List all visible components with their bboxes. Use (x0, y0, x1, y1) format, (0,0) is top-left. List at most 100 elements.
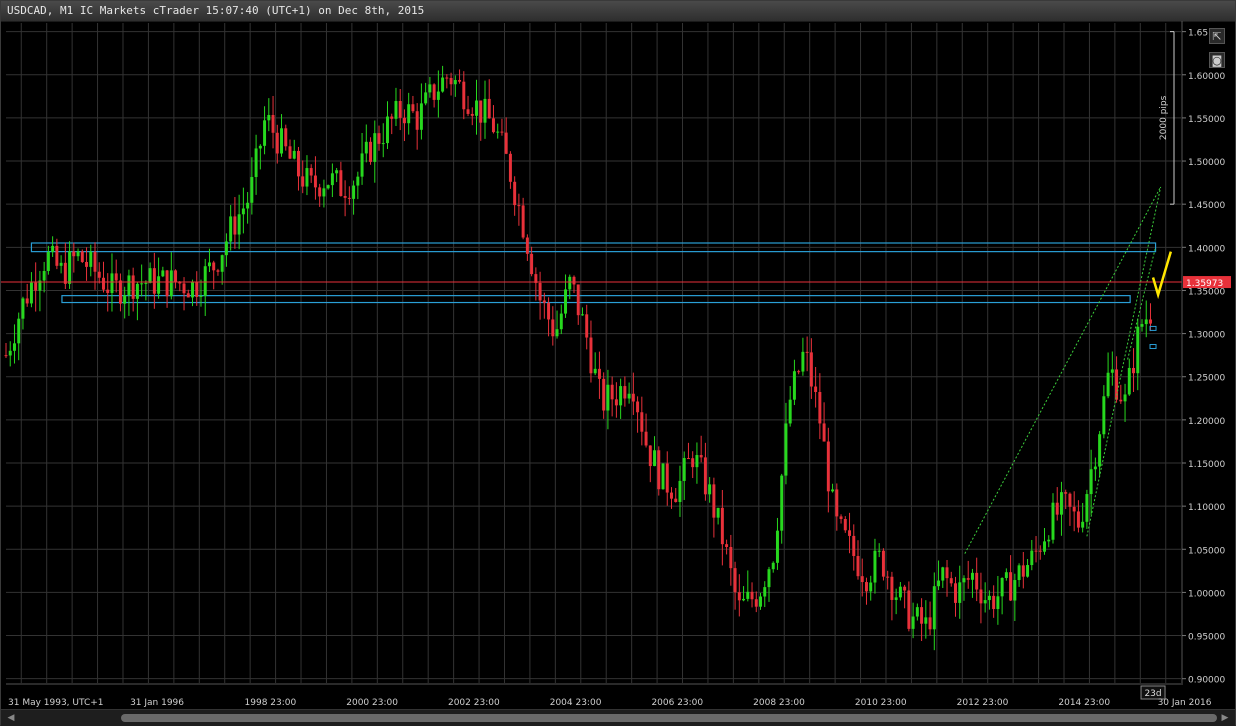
candle-body (559, 313, 563, 330)
price-chart[interactable]: 1.359732000 pips23d 0.90000 0.95000 1.0000… (1, 21, 1235, 709)
candle-body (530, 253, 534, 275)
candle-body (313, 175, 317, 188)
scroll-left-icon[interactable]: ◀ (5, 712, 17, 724)
candle-body (1055, 502, 1059, 515)
candle-body (102, 277, 105, 290)
candle-body (695, 455, 699, 468)
candle-body (80, 251, 84, 262)
price-tick-label: 0.90000 (1188, 676, 1225, 686)
candle-body (508, 153, 512, 182)
candle-body (55, 245, 59, 266)
candle-body (886, 576, 890, 578)
candle-body (1043, 541, 1046, 552)
candle-body (996, 596, 1000, 609)
candle-body (466, 109, 470, 114)
candle-body (296, 150, 300, 177)
candle-body (432, 84, 436, 100)
price-tick-label: 1.25000 (1188, 374, 1225, 384)
candle-body (771, 562, 775, 570)
candle-body (597, 368, 601, 379)
scroll-right-icon[interactable]: ▶ (1219, 712, 1231, 724)
candle-body (538, 282, 542, 301)
expand-icon[interactable]: ⇱ (1209, 28, 1225, 44)
candle-body (46, 251, 50, 271)
candle-body (614, 399, 618, 406)
horizontal-scrollbar[interactable]: ◀ ▶ (1, 709, 1235, 726)
price-tick-label: 0.95000 (1188, 633, 1225, 643)
candle-body (85, 261, 89, 267)
candle-body (970, 572, 974, 580)
candle-body (805, 351, 809, 353)
time-tick-label: 2006 23:00 (651, 698, 703, 708)
candle-body (63, 262, 67, 284)
candle-body (165, 270, 169, 297)
candle-body (1127, 367, 1131, 395)
candle-body (470, 113, 474, 116)
candle-body (59, 262, 63, 266)
candle-body (199, 295, 203, 297)
candle-body (381, 143, 385, 145)
price-tick-label: 1.55000 (1188, 115, 1225, 125)
candle-body (987, 595, 991, 601)
candle-body (593, 368, 597, 374)
candle-body (419, 103, 423, 130)
candle-body (1136, 326, 1140, 374)
candle-body (610, 384, 614, 400)
candle-body (580, 314, 584, 316)
scrollbar-thumb[interactable] (121, 714, 1217, 722)
candle-body (51, 245, 55, 252)
candle-body (305, 168, 309, 187)
candle-body (148, 268, 152, 283)
candle-body (1034, 550, 1038, 552)
title-bar: USDCAD, M1 IC Markets cTrader 15:07:40 (… (1, 1, 1235, 22)
candle-body (42, 270, 46, 281)
candle-body (207, 262, 211, 267)
candle-body (602, 378, 606, 411)
candle-body (513, 181, 517, 206)
candle-body (140, 283, 144, 285)
candle-body (788, 399, 792, 424)
candle-body (547, 302, 551, 320)
candle-body (1076, 511, 1080, 528)
candle-body (767, 569, 771, 588)
candle-body (992, 595, 996, 609)
candle-body (169, 270, 173, 297)
candle-body (453, 80, 457, 85)
candle-body (1093, 466, 1097, 470)
support-resistance-zones[interactable] (30, 242, 1157, 304)
candle-body (932, 586, 936, 630)
candle-body (271, 115, 275, 133)
candle-body (347, 197, 351, 199)
candle-body (254, 148, 258, 178)
candle-body (93, 251, 97, 272)
pip-ruler-label: 2000 pips (1159, 95, 1169, 140)
candle-body (1132, 367, 1136, 374)
window-title: USDCAD, M1 IC Markets cTrader 15:07:40 (… (7, 4, 425, 17)
candle-body (754, 599, 758, 607)
candle-body (881, 550, 885, 577)
candle-body (809, 352, 813, 387)
candle-body (784, 423, 788, 476)
candle-body (729, 547, 733, 569)
candle-body (814, 386, 818, 393)
candle-body (76, 251, 80, 257)
candle-body (135, 283, 139, 299)
candle-body (415, 111, 419, 130)
time-tick-label: 31 Jan 1996 (130, 698, 184, 708)
marker (1149, 344, 1157, 350)
candle-body (1047, 539, 1051, 542)
candle-body (712, 484, 716, 518)
candle-body (462, 81, 466, 110)
candle-body (648, 445, 652, 467)
candle-body (475, 100, 478, 116)
candle-body (491, 118, 495, 133)
price-tick-label: 1.50000 (1188, 158, 1225, 168)
camera-icon[interactable]: ◙ (1209, 52, 1225, 68)
candle-body (157, 276, 161, 294)
candle-body (775, 530, 779, 563)
candle-body (856, 556, 860, 577)
candle-body (72, 251, 76, 257)
time-tick-label: 2000 23:00 (346, 698, 398, 708)
candle-body (97, 271, 101, 278)
candle-body (877, 550, 881, 552)
